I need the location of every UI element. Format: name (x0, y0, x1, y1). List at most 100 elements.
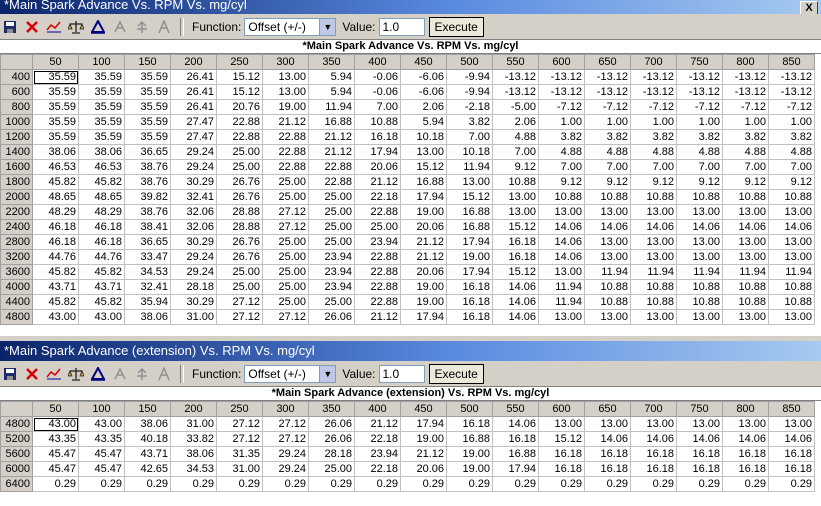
table-cell[interactable]: 0.29 (262, 476, 309, 492)
table-cell[interactable]: 35.59 (32, 69, 79, 85)
table-cell[interactable]: 27.12 (262, 204, 309, 220)
table-cell[interactable]: 38.76 (124, 159, 171, 175)
table-cell[interactable]: -13.12 (538, 69, 585, 85)
table-cell[interactable]: 38.76 (124, 174, 171, 190)
table-cell[interactable]: 16.18 (446, 309, 493, 325)
table-cell[interactable]: 13.00 (262, 84, 309, 100)
table-cell[interactable]: 23.94 (354, 234, 401, 250)
table-cell[interactable]: 19.00 (400, 431, 447, 447)
column-header[interactable]: 800 (722, 401, 769, 417)
table-cell[interactable]: 14.06 (676, 219, 723, 235)
text-a-icon[interactable] (154, 364, 174, 384)
table-cell[interactable]: 0.29 (32, 476, 79, 492)
table-cell[interactable]: 11.94 (768, 264, 815, 280)
table-cell[interactable]: 46.53 (78, 159, 125, 175)
table-cell[interactable]: 19.00 (446, 249, 493, 265)
table-cell[interactable]: 13.00 (768, 309, 815, 325)
column-header[interactable]: 650 (584, 401, 631, 417)
column-header[interactable]: 350 (308, 401, 355, 417)
table-cell[interactable]: 0.29 (768, 476, 815, 492)
table-cell[interactable]: 11.94 (308, 99, 355, 115)
table-cell[interactable]: 27.12 (216, 431, 263, 447)
balance-icon[interactable] (66, 17, 86, 37)
table-cell[interactable]: 38.06 (124, 309, 171, 325)
table-cell[interactable]: 25.00 (308, 219, 355, 235)
table-cell[interactable]: 22.88 (308, 174, 355, 190)
table-cell[interactable]: 0.29 (308, 476, 355, 492)
table-cell[interactable]: 16.18 (538, 446, 585, 462)
function-select[interactable]: Offset (+/-) ▼ (244, 17, 337, 36)
table-cell[interactable]: 26.41 (170, 84, 217, 100)
table-cell[interactable]: 14.06 (722, 431, 769, 447)
table-cell[interactable]: 25.00 (262, 189, 309, 205)
table-cell[interactable]: 25.00 (216, 264, 263, 280)
table-cell[interactable]: 9.12 (584, 174, 631, 190)
table-cell[interactable]: 10.18 (446, 144, 493, 160)
table-cell[interactable]: 13.00 (584, 234, 631, 250)
table-cell[interactable]: 45.82 (32, 174, 79, 190)
table-cell[interactable]: 0.29 (630, 476, 677, 492)
table-cell[interactable]: 45.47 (78, 446, 125, 462)
table-cell[interactable]: 44.76 (32, 249, 79, 265)
table-cell[interactable]: 22.88 (262, 129, 309, 145)
table-cell[interactable]: 43.35 (32, 431, 79, 447)
table-cell[interactable]: 0.29 (354, 476, 401, 492)
table-cell[interactable]: 19.00 (446, 446, 493, 462)
table-cell[interactable]: 13.00 (584, 416, 631, 432)
table-cell[interactable]: 21.12 (262, 114, 309, 130)
column-header[interactable]: 700 (630, 54, 677, 70)
column-header[interactable]: 850 (768, 54, 815, 70)
table-cell[interactable]: 43.71 (124, 446, 171, 462)
value-input[interactable]: 1.0 (378, 364, 425, 383)
table-cell[interactable]: 22.18 (354, 189, 401, 205)
table-cell[interactable]: 45.47 (32, 461, 79, 477)
table-cell[interactable]: -6.06 (400, 69, 447, 85)
table-cell[interactable]: 16.18 (722, 461, 769, 477)
table-cell[interactable]: -13.12 (538, 84, 585, 100)
column-header[interactable]: 700 (630, 401, 677, 417)
table-cell[interactable]: 16.18 (584, 461, 631, 477)
table-cell[interactable]: 13.00 (630, 234, 677, 250)
table-cell[interactable]: 16.88 (446, 431, 493, 447)
table-cell[interactable]: 25.00 (262, 174, 309, 190)
table-cell[interactable]: 48.65 (78, 189, 125, 205)
table-cell[interactable]: 13.00 (630, 204, 677, 220)
table-cell[interactable]: 26.06 (308, 309, 355, 325)
smooth-icon[interactable] (132, 17, 152, 37)
table-cell[interactable]: 16.18 (492, 249, 539, 265)
table-cell[interactable]: -6.06 (400, 84, 447, 100)
table-cell[interactable]: 26.76 (216, 249, 263, 265)
table-cell[interactable]: 16.88 (446, 219, 493, 235)
table-cell[interactable]: 31.00 (170, 416, 217, 432)
table-cell[interactable]: 13.00 (584, 204, 631, 220)
table-cell[interactable]: 10.88 (630, 294, 677, 310)
table-cell[interactable]: 0.29 (722, 476, 769, 492)
table-cell[interactable]: 10.88 (538, 189, 585, 205)
table-cell[interactable]: 48.65 (32, 189, 79, 205)
table-cell[interactable]: 28.88 (216, 219, 263, 235)
row-header[interactable]: 2400 (0, 219, 33, 235)
table-cell[interactable]: 27.12 (216, 416, 263, 432)
table-cell[interactable]: 25.00 (308, 234, 355, 250)
table-cell[interactable]: 0.29 (538, 476, 585, 492)
table-cell[interactable]: 19.00 (400, 204, 447, 220)
table-cell[interactable]: 31.00 (216, 461, 263, 477)
table-cell[interactable]: -13.12 (584, 69, 631, 85)
table-cell[interactable]: 13.00 (538, 264, 585, 280)
table-cell[interactable]: 14.06 (768, 219, 815, 235)
table-cell[interactable]: -13.12 (768, 84, 815, 100)
table-cell[interactable]: 14.06 (630, 219, 677, 235)
table-cell[interactable]: 22.18 (354, 461, 401, 477)
row-header[interactable]: 5600 (0, 446, 33, 462)
table-cell[interactable]: 45.47 (78, 461, 125, 477)
table-cell[interactable]: 13.00 (722, 234, 769, 250)
execute-button[interactable]: Execute (428, 16, 484, 37)
table-cell[interactable]: 27.12 (216, 294, 263, 310)
table-cell[interactable]: 14.06 (538, 219, 585, 235)
table-cell[interactable]: 25.00 (262, 264, 309, 280)
column-header[interactable]: 250 (216, 401, 263, 417)
table-cell[interactable]: 43.71 (32, 279, 79, 295)
table-cell[interactable]: 10.88 (722, 279, 769, 295)
table-cell[interactable]: 0.29 (446, 476, 493, 492)
table-cell[interactable]: 29.24 (262, 446, 309, 462)
